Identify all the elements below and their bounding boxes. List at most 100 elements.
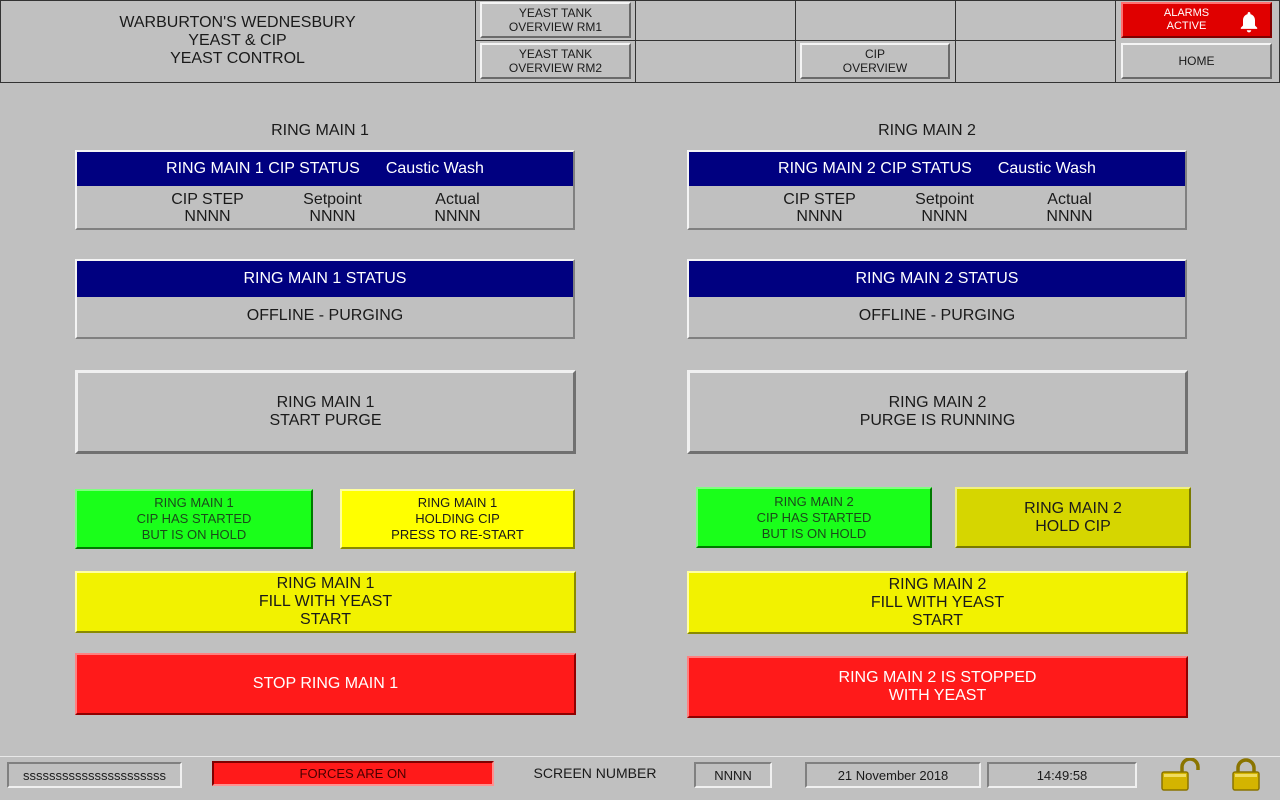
locked-padlock-icon[interactable] (1231, 758, 1261, 792)
cip-step-column: CIP STEP NNNN (145, 191, 270, 225)
button-label: PRESS TO RE-START (391, 527, 524, 542)
button-label: RING MAIN 2 (1024, 499, 1122, 517)
ring-main-2-fill-with-yeast-button[interactable]: RING MAIN 2 FILL WITH YEAST START (687, 571, 1188, 634)
header-cell (636, 41, 796, 82)
button-label: RING MAIN 1 (276, 394, 375, 411)
bell-icon (1237, 10, 1261, 38)
button-label: CIP HAS STARTED (756, 509, 872, 525)
screen-number-label: SCREEN NUMBER (533, 765, 657, 781)
button-label: CIP HAS STARTED (136, 511, 252, 526)
actual-label: Actual (1047, 191, 1092, 208)
stop-ring-main-1-button[interactable]: STOP RING MAIN 1 (75, 653, 576, 715)
yeast-tank-overview-rm2-button[interactable]: YEAST TANK OVERVIEW RM2 (480, 43, 631, 79)
forces-on-indicator: FORCES ARE ON (212, 761, 494, 786)
setpoint-value: NNNN (309, 208, 356, 225)
unlocked-padlock-icon[interactable] (1160, 758, 1202, 792)
cip-step-value: NNNN (796, 208, 843, 225)
setpoint-column: Setpoint NNNN (882, 191, 1007, 225)
header-cell (956, 41, 1116, 82)
alarm-label-line-2: ACTIVE (1166, 20, 1207, 32)
cip-status-header: RING MAIN 1 CIP STATUS Caustic Wash (77, 152, 573, 186)
actual-value: NNNN (434, 208, 481, 225)
ring-main-2-purge-running-button[interactable]: RING MAIN 2 PURGE IS RUNNING (687, 370, 1188, 454)
ring-main-1-status-panel: RING MAIN 1 STATUS OFFLINE - PURGING (75, 259, 575, 339)
cip-status-label: RING MAIN 2 CIP STATUS (778, 160, 972, 177)
button-label: RING MAIN 2 (888, 394, 987, 411)
status-value: OFFLINE - PURGING (246, 307, 404, 324)
button-label: HOLDING CIP (415, 511, 500, 526)
ring-main-1-cip-on-hold-indicator[interactable]: RING MAIN 1 CIP HAS STARTED BUT IS ON HO… (75, 489, 313, 549)
button-label: RING MAIN 1 (417, 495, 498, 510)
cip-step-value: NNNN (184, 208, 231, 225)
date-display: 21 November 2018 (805, 762, 981, 788)
screen-number-field: NNNN (694, 762, 772, 788)
button-label: STOP RING MAIN 1 (252, 675, 399, 692)
ring-main-1-title: RING MAIN 1 (271, 122, 369, 139)
cip-values-row: CIP STEP NNNN Setpoint NNNN Actual NNNN (689, 186, 1185, 225)
button-label: FILL WITH YEAST (870, 593, 1005, 611)
cip-status-label: RING MAIN 1 CIP STATUS (166, 160, 360, 177)
actual-label: Actual (435, 191, 480, 208)
button-label: RING MAIN 2 IS STOPPED (838, 669, 1037, 686)
setpoint-label: Setpoint (915, 191, 974, 208)
button-label: RING MAIN 2 (888, 575, 987, 593)
yeast-tank-overview-rm1-button[interactable]: YEAST TANK OVERVIEW RM1 (480, 2, 631, 38)
button-label: OVERVIEW (842, 61, 908, 75)
ring-main-2-status-panel: RING MAIN 2 STATUS OFFLINE - PURGING (687, 259, 1187, 339)
button-label: OVERVIEW RM1 (508, 20, 603, 34)
button-label: RING MAIN 2 (774, 493, 854, 509)
cip-values-row: CIP STEP NNNN Setpoint NNNN Actual NNNN (77, 186, 573, 225)
ring-main-1-cip-status-panel: RING MAIN 1 CIP STATUS Caustic Wash CIP … (75, 150, 575, 230)
status-header: RING MAIN 1 STATUS (77, 261, 573, 297)
button-label: YEAST TANK (518, 6, 593, 20)
button-label: YEAST TANK (518, 47, 593, 61)
actual-column: Actual NNNN (395, 191, 520, 225)
home-button[interactable]: HOME (1121, 43, 1272, 79)
ring-main-1-fill-with-yeast-button[interactable]: RING MAIN 1 FILL WITH YEAST START (75, 571, 576, 633)
button-label: FILL WITH YEAST (258, 593, 393, 610)
time-display: 14:49:58 (987, 762, 1137, 788)
button-label: BUT IS ON HOLD (141, 527, 247, 542)
title-line-1: WARBURTON'S WEDNESBURY (119, 14, 356, 31)
button-label: BUT IS ON HOLD (761, 525, 867, 541)
cip-step-label: CIP STEP (171, 191, 244, 208)
button-label: OVERVIEW RM2 (508, 61, 603, 75)
cip-status-value: Caustic Wash (385, 160, 484, 177)
actual-column: Actual NNNN (1007, 191, 1132, 225)
title-line-3: YEAST CONTROL (170, 50, 305, 67)
button-label: HOLD CIP (1035, 517, 1111, 535)
cip-status-header: RING MAIN 2 CIP STATUS Caustic Wash (689, 152, 1185, 186)
button-label: HOME (1178, 54, 1215, 68)
ring-main-1-restart-cip-button[interactable]: RING MAIN 1 HOLDING CIP PRESS TO RE-STAR… (340, 489, 575, 549)
cip-status-value: Caustic Wash (997, 160, 1096, 177)
ring-main-1-start-purge-button[interactable]: RING MAIN 1 START PURGE (75, 370, 576, 454)
setpoint-label: Setpoint (303, 191, 362, 208)
button-label: RING MAIN 1 (276, 575, 375, 592)
status-header: RING MAIN 2 STATUS (689, 261, 1185, 297)
ring-main-2-hold-cip-button[interactable]: RING MAIN 2 HOLD CIP (955, 487, 1191, 548)
ring-main-2-stopped-button[interactable]: RING MAIN 2 IS STOPPED WITH YEAST (687, 656, 1188, 718)
setpoint-value: NNNN (921, 208, 968, 225)
cip-overview-button[interactable]: CIP OVERVIEW (800, 43, 950, 79)
button-label: START (912, 611, 963, 629)
alarm-label: ALARMS ACTIVE (1164, 7, 1209, 33)
ring-main-2-cip-on-hold-indicator[interactable]: RING MAIN 2 CIP HAS STARTED BUT IS ON HO… (696, 487, 932, 548)
ring-main-2-title: RING MAIN 2 (878, 122, 976, 139)
header-cell (956, 0, 1116, 41)
cip-step-label: CIP STEP (783, 191, 856, 208)
button-label: CIP (864, 47, 885, 61)
button-label: WITH YEAST (888, 687, 987, 704)
header-cell (796, 0, 956, 41)
plant-title: WARBURTON'S WEDNESBURY YEAST & CIP YEAST… (0, 0, 476, 82)
header-cell (636, 0, 796, 41)
ring-main-2-cip-status-panel: RING MAIN 2 CIP STATUS Caustic Wash CIP … (687, 150, 1187, 230)
actual-value: NNNN (1046, 208, 1093, 225)
button-label: PURGE IS RUNNING (859, 412, 1016, 429)
cip-step-column: CIP STEP NNNN (757, 191, 882, 225)
setpoint-column: Setpoint NNNN (270, 191, 395, 225)
button-label: START (300, 611, 351, 628)
alarms-active-button[interactable]: ALARMS ACTIVE (1121, 2, 1272, 38)
button-label: RING MAIN 1 (154, 495, 234, 510)
user-field: ssssssssssssssssssssss (7, 762, 182, 788)
button-label: START PURGE (269, 412, 382, 429)
